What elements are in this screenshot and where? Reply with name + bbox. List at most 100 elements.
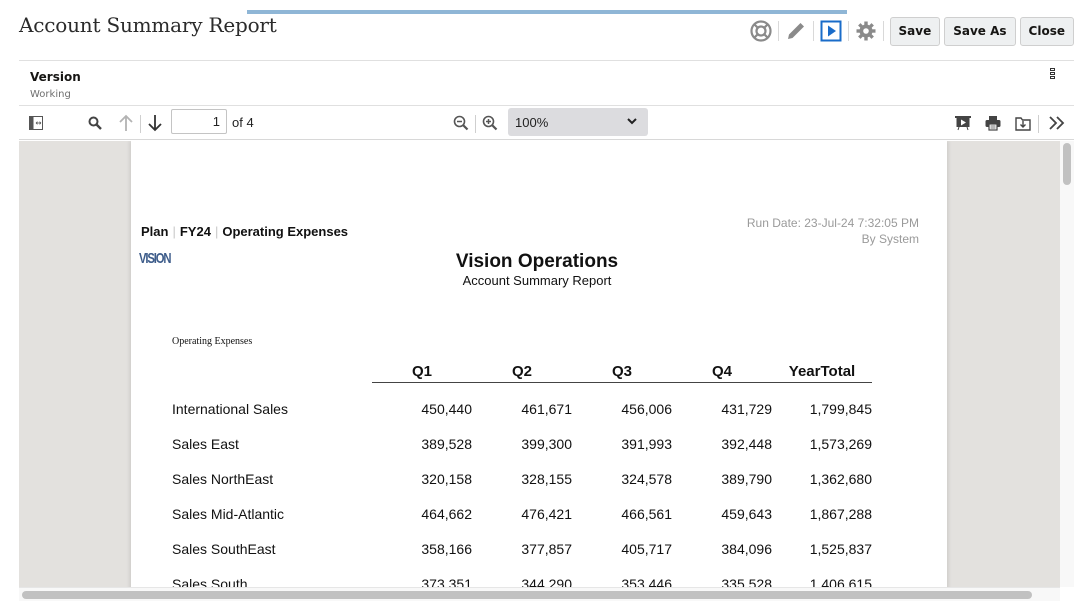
data-cell: 399,300 — [521, 436, 572, 452]
data-cell: 389,528 — [421, 436, 472, 452]
row-label: Sales SouthEast — [172, 541, 276, 557]
divider — [847, 21, 849, 41]
data-cell: 1,362,680 — [809, 471, 872, 487]
data-cell: 1,799,845 — [809, 401, 872, 417]
column-header: YearTotal — [788, 363, 856, 380]
data-cell: 324,578 — [621, 471, 672, 487]
divider — [812, 21, 814, 41]
presentation-icon — [955, 116, 971, 131]
header-rule — [372, 382, 872, 383]
arrow-down-icon — [148, 115, 162, 132]
vertical-scrollbar[interactable] — [1060, 141, 1074, 587]
column-header: Q4 — [711, 363, 732, 380]
column-header: Q3 — [611, 363, 632, 380]
data-cell: 1,525,837 — [809, 541, 872, 557]
data-cell: 384,096 — [721, 541, 772, 557]
run-date: Run Date: 23-Jul-24 7:32:05 PM — [746, 216, 919, 230]
run-button[interactable] — [816, 17, 846, 45]
save-button[interactable]: Save — [889, 16, 941, 46]
print-button[interactable] — [983, 112, 1003, 134]
zoom-out-icon — [453, 115, 469, 131]
edit-button[interactable] — [781, 17, 811, 45]
close-button[interactable]: Close — [1019, 16, 1074, 46]
divider — [475, 115, 476, 133]
settings-button[interactable] — [851, 17, 881, 45]
report-title: Vision Operations — [455, 251, 619, 272]
data-cell: 1,406,615 — [809, 576, 872, 587]
download-icon — [1015, 117, 1031, 131]
pov-member: FY24 — [179, 224, 211, 239]
previous-page-button[interactable] — [116, 112, 136, 134]
row-label: International Sales — [172, 401, 288, 417]
report-pov: Plan | FY24 | Operating Expenses — [141, 224, 349, 239]
presentation-mode-button[interactable] — [953, 112, 973, 134]
data-cell: 459,643 — [721, 506, 772, 522]
report-subtitle: Account Summary Report — [462, 273, 612, 288]
row-label: Sales Mid-Atlantic — [172, 506, 285, 522]
more-options-icon[interactable] — [1050, 68, 1056, 82]
download-button[interactable] — [1013, 112, 1033, 134]
pov-dimension-value[interactable]: Working — [30, 89, 71, 100]
zoom-in-button[interactable] — [480, 112, 500, 134]
data-cell: 431,729 — [721, 401, 772, 417]
scrollbar-thumb[interactable] — [1063, 143, 1071, 185]
zoom-out-button[interactable] — [451, 112, 471, 134]
report-page: Plan | FY24 | Operating Expenses VISION Run … — [131, 141, 947, 587]
section-label: Operating Expenses — [172, 336, 253, 347]
divider — [882, 21, 884, 41]
search-icon — [88, 116, 102, 130]
data-cell: 1,573,269 — [809, 436, 872, 452]
toggle-sidebar-button[interactable] — [27, 112, 45, 134]
pdf-viewer-toolbar: of 4 100% — [19, 106, 1074, 140]
chevron-down-icon — [627, 118, 637, 125]
row-label: Sales South — [172, 576, 248, 587]
data-cell: 392,448 — [721, 436, 772, 452]
pov-member: Operating Expenses — [222, 224, 349, 239]
pencil-icon — [787, 23, 804, 39]
data-cell: 335,528 — [721, 576, 772, 587]
data-cell: 405,717 — [621, 541, 672, 557]
double-chevron-right-icon — [1049, 116, 1065, 130]
page-count: of 4 — [232, 115, 254, 130]
page-title: Account Summary Report — [19, 13, 277, 37]
pov-dimension-label: Version — [30, 70, 81, 84]
lifebuoy-icon — [749, 20, 772, 42]
data-cell: 377,857 — [521, 541, 572, 557]
data-cell: 466,561 — [621, 506, 672, 522]
data-cell: 320,158 — [421, 471, 472, 487]
data-cell: 328,155 — [521, 471, 572, 487]
pov-bar: Version Working — [19, 60, 1074, 106]
print-icon — [985, 116, 1001, 131]
data-cell: 373,351 — [421, 576, 472, 587]
page-number-input[interactable] — [171, 109, 227, 134]
pov-member: Plan — [141, 224, 169, 239]
play-icon — [820, 20, 842, 42]
data-cell: 450,440 — [421, 401, 472, 417]
data-cell: 456,006 — [621, 401, 672, 417]
data-cell: 476,421 — [521, 506, 572, 522]
find-button[interactable] — [85, 112, 105, 134]
row-label: Sales East — [172, 436, 239, 452]
run-info: Run Date: 23-Jul-24 7:32:05 PM By System — [747, 215, 919, 247]
divider — [777, 21, 779, 41]
data-cell: 344,290 — [521, 576, 572, 587]
help-button[interactable] — [746, 17, 776, 45]
header-toolbar: Save Save As Close — [746, 16, 1074, 46]
horizontal-scrollbar[interactable] — [19, 587, 1060, 601]
divider — [1038, 115, 1039, 133]
save-as-button[interactable]: Save As — [944, 16, 1016, 46]
data-cell: 391,993 — [621, 436, 672, 452]
gear-icon — [856, 21, 876, 41]
data-cell: 389,790 — [721, 471, 772, 487]
zoom-level-select[interactable]: 100% — [508, 108, 648, 136]
column-header: Q2 — [511, 363, 532, 380]
tools-menu-button[interactable] — [1046, 112, 1068, 134]
data-cell: 1,867,288 — [809, 506, 872, 522]
zoom-level-value: 100% — [515, 114, 549, 130]
divider — [140, 115, 141, 133]
scrollbar-thumb[interactable] — [22, 591, 1032, 599]
run-by: By System — [861, 232, 919, 246]
pdf-viewer: Plan | FY24 | Operating Expenses VISION Run … — [19, 141, 1060, 587]
next-page-button[interactable] — [145, 112, 165, 134]
data-cell: 464,662 — [421, 506, 472, 522]
